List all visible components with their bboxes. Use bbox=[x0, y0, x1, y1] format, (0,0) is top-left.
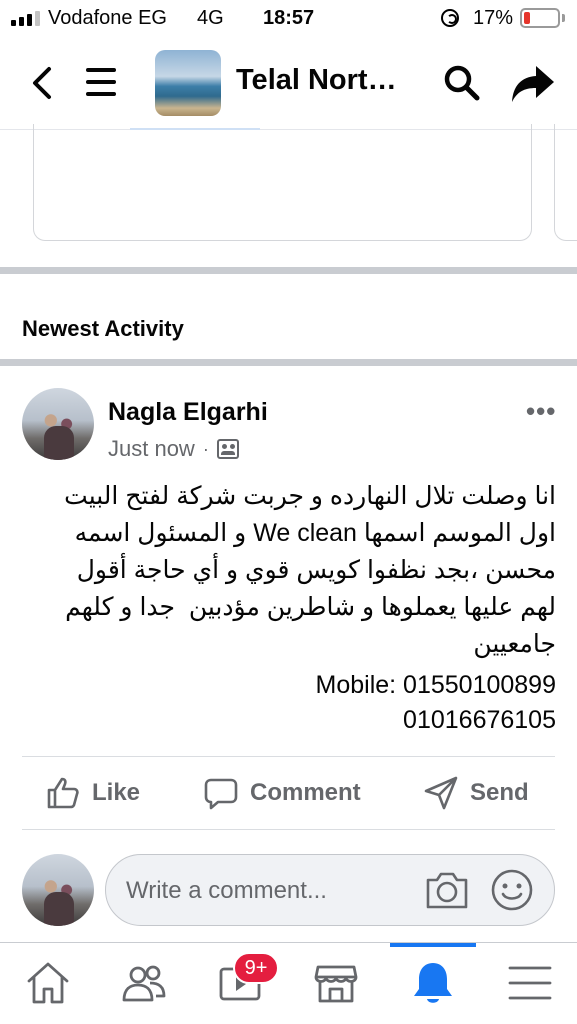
rotation-lock-icon bbox=[441, 9, 459, 27]
active-tab-indicator bbox=[390, 943, 476, 947]
carrier-name: Vodafone EG bbox=[48, 7, 167, 29]
menu-icon[interactable] bbox=[86, 68, 116, 96]
post-time[interactable]: Just now bbox=[108, 436, 195, 462]
notifications-icon[interactable] bbox=[409, 959, 457, 1007]
like-button[interactable]: Like bbox=[46, 776, 140, 810]
comment-input[interactable] bbox=[126, 873, 416, 909]
battery-icon bbox=[520, 8, 560, 28]
meta-separator: · bbox=[202, 438, 209, 459]
divider bbox=[22, 756, 555, 757]
emoji-icon[interactable] bbox=[490, 868, 534, 912]
send-icon bbox=[424, 776, 458, 810]
comment-icon bbox=[204, 778, 238, 810]
bottom-tab-bar bbox=[0, 942, 577, 1024]
send-button[interactable]: Send bbox=[424, 776, 529, 810]
current-user-avatar bbox=[22, 854, 94, 926]
camera-icon[interactable] bbox=[424, 869, 470, 911]
section-divider bbox=[0, 359, 577, 366]
post-meta: Just now · bbox=[108, 436, 239, 462]
watch-badge: 9+ bbox=[233, 952, 279, 984]
previous-post-card bbox=[33, 124, 532, 241]
divider bbox=[22, 829, 555, 830]
signal-strength-icon bbox=[11, 11, 40, 26]
section-title: Newest Activity bbox=[22, 316, 184, 341]
previous-post-card-next bbox=[554, 124, 577, 241]
like-label: Like bbox=[92, 779, 141, 806]
send-label: Send bbox=[470, 779, 529, 806]
status-bar: Vodafone EG 4G 18:57 17% bbox=[0, 0, 577, 38]
menu-tab-icon[interactable] bbox=[506, 959, 554, 1007]
more-options-icon[interactable]: ••• bbox=[526, 396, 556, 427]
marketplace-icon[interactable] bbox=[312, 959, 360, 1007]
post-contact: Mobile: 01550100899 01016676105 bbox=[315, 671, 556, 734]
home-icon[interactable] bbox=[24, 959, 72, 1007]
group-title[interactable]: Telal Nort… bbox=[236, 64, 397, 97]
group-audience-icon bbox=[216, 439, 239, 459]
author-avatar[interactable] bbox=[22, 388, 94, 460]
share-icon[interactable] bbox=[510, 64, 556, 104]
clock: 18:57 bbox=[263, 7, 315, 29]
comment-label: Comment bbox=[250, 779, 361, 806]
post-author[interactable]: Nagla Elgarhi bbox=[108, 398, 268, 427]
post-body: انا وصلت تلال النهارده و جربت شركة لفتح … bbox=[64, 482, 556, 658]
group-cover-image[interactable] bbox=[155, 50, 221, 116]
battery-percent: 17% bbox=[473, 7, 514, 29]
network-type: 4G bbox=[197, 7, 224, 29]
back-chevron-icon[interactable] bbox=[30, 66, 54, 100]
group-header: Telal Nort… bbox=[0, 38, 577, 130]
section-divider bbox=[0, 267, 577, 274]
comment-composer[interactable] bbox=[105, 854, 555, 926]
friends-icon[interactable] bbox=[120, 959, 168, 1007]
search-icon[interactable] bbox=[443, 64, 481, 102]
comment-button[interactable]: Comment bbox=[204, 776, 361, 810]
like-icon bbox=[47, 777, 79, 809]
